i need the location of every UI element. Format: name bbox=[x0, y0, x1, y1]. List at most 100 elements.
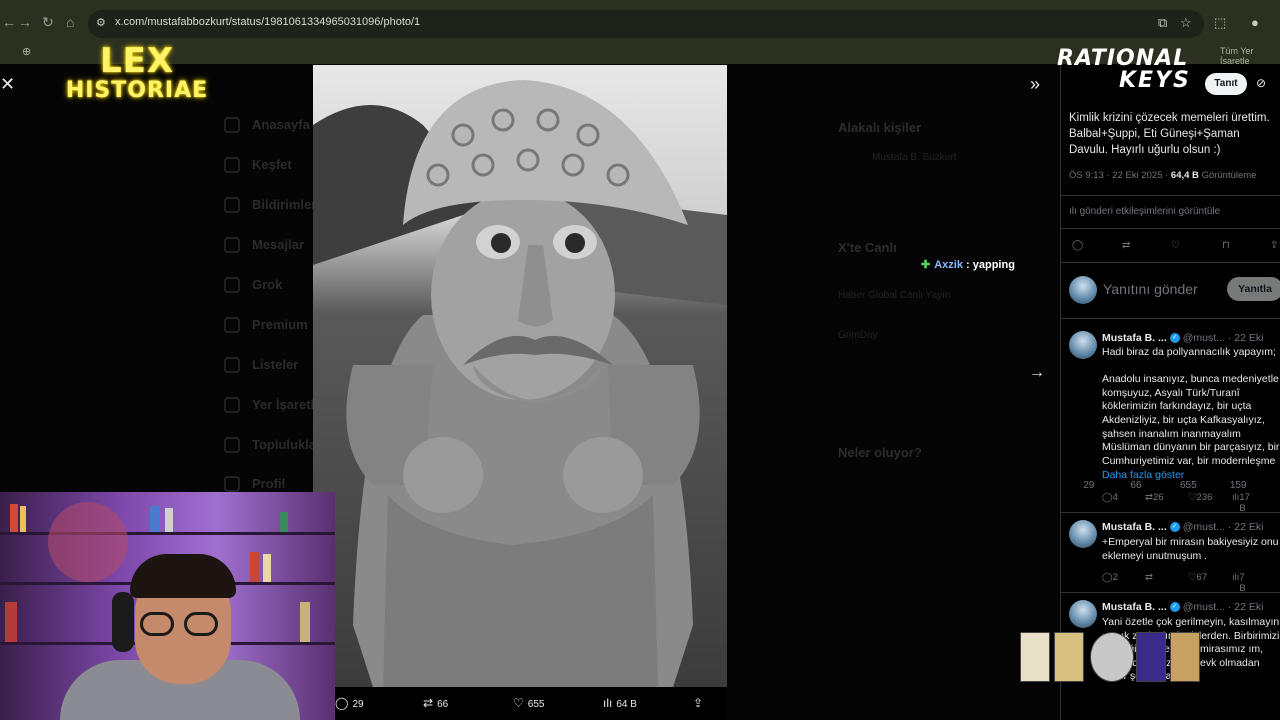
photo-reply-button[interactable]: ◯ 29 bbox=[335, 696, 364, 710]
book-cover bbox=[1170, 632, 1200, 682]
nav-item-home: Anasayfa bbox=[252, 117, 310, 132]
engagements-label: gönderi etkileşimlerini görüntüle bbox=[1079, 206, 1221, 217]
close-icon[interactable]: ✕ bbox=[0, 74, 15, 95]
reply-like-button[interactable]: ♡ 67 bbox=[1188, 572, 1207, 583]
divider bbox=[1060, 512, 1280, 513]
premium-nav-icon bbox=[224, 317, 240, 333]
reply-reply-button[interactable]: ◯ 2 bbox=[1102, 572, 1118, 583]
tweet-reply-button[interactable]: ◯ 29 bbox=[1072, 240, 1094, 491]
reply-views-button[interactable]: ılı 17 B bbox=[1232, 492, 1250, 514]
reply-reply-button[interactable]: ◯ 4 bbox=[1102, 492, 1118, 503]
reply-button[interactable]: Yanıtla bbox=[1227, 277, 1280, 301]
reply-author-name[interactable]: Mustafa B. ... bbox=[1102, 601, 1167, 613]
notifications-nav-icon bbox=[224, 197, 240, 213]
nav-item-notifications: Bildirimler bbox=[252, 197, 317, 212]
nav-item-premium: Premium bbox=[252, 317, 308, 332]
avatar[interactable] bbox=[1069, 331, 1097, 359]
explore-nav-icon bbox=[224, 157, 240, 173]
next-photo-icon[interactable]: → bbox=[1029, 364, 1045, 382]
messages-nav-icon bbox=[224, 237, 240, 253]
book-cover bbox=[1054, 632, 1084, 682]
reply-views-button[interactable]: ılı 7 B bbox=[1232, 572, 1246, 594]
tweet-photo[interactable] bbox=[313, 65, 727, 687]
url-text[interactable]: x.com/mustafabbozkurt/status/19810613349… bbox=[115, 16, 420, 28]
views-icon: ılı bbox=[603, 696, 613, 710]
reply-input[interactable]: Yanıtını gönder bbox=[1103, 281, 1198, 297]
reply-author-name[interactable]: Mustafa B. ... bbox=[1102, 521, 1167, 533]
collapse-panel-icon[interactable]: » bbox=[1030, 74, 1040, 95]
extensions-icon[interactable]: ⬚ bbox=[1214, 15, 1226, 31]
communities-nav-icon bbox=[224, 437, 240, 453]
reply-repost-button[interactable]: ⇄ bbox=[1145, 572, 1153, 583]
home-icon[interactable]: ⌂ bbox=[66, 14, 74, 30]
reply-date[interactable]: · 22 Eki bbox=[1228, 521, 1264, 533]
avatar[interactable] bbox=[1069, 520, 1097, 548]
grok-icon[interactable]: ⊘ bbox=[1256, 76, 1266, 90]
reply-handle[interactable]: @must... bbox=[1183, 601, 1225, 613]
stream-chat-message: ✚ Axzik : yapping bbox=[921, 258, 1015, 271]
back-icon[interactable]: ← bbox=[2, 14, 16, 30]
bookmark-star-icon[interactable]: ☆ bbox=[1180, 15, 1192, 31]
cast-icon[interactable]: ⧉ bbox=[1158, 15, 1167, 31]
tweet-like-button[interactable]: ♡ 655 bbox=[1171, 240, 1197, 491]
webcam-feed bbox=[0, 492, 335, 720]
divider bbox=[1060, 318, 1280, 319]
share-icon: ⇪ bbox=[693, 696, 704, 710]
photo-share-button[interactable]: ⇪ bbox=[693, 696, 707, 710]
reply-text: +Emperyal bir mirasın bakiyesiyiz onu ek… bbox=[1102, 536, 1279, 562]
show-more-link[interactable]: Daha fazla göster bbox=[1102, 469, 1280, 483]
view-engagements-link[interactable]: ılı gönderi etkileşimlerini görüntüle bbox=[1069, 206, 1220, 217]
site-settings-icon[interactable]: ⚙ bbox=[96, 16, 106, 29]
book-cover bbox=[1020, 632, 1050, 682]
nav-item-lists: Listeler bbox=[252, 357, 299, 372]
reply-handle[interactable]: @must... bbox=[1183, 521, 1225, 533]
forward-icon[interactable]: → bbox=[18, 14, 32, 30]
divider bbox=[1060, 228, 1280, 229]
all-bookmarks-label[interactable]: Tüm Yer İşaretle bbox=[1220, 46, 1280, 66]
reply-count: 4 bbox=[1112, 492, 1118, 503]
reply-handle[interactable]: @must... bbox=[1183, 332, 1225, 344]
tweet-views-label: Görüntüleme bbox=[1201, 170, 1257, 181]
live-item: Haber Global Canlı Yayın bbox=[838, 290, 951, 301]
channel-logo-line-1: RATIONAL bbox=[1057, 46, 1189, 71]
chat-text: : yapping bbox=[966, 259, 1015, 271]
tweet-bookmark-button[interactable]: ⊓ 159 bbox=[1222, 240, 1247, 491]
chat-username: Axzik bbox=[934, 259, 963, 271]
follow-button[interactable]: Tanıt bbox=[1205, 73, 1247, 95]
photo-like-button[interactable]: ♡ 655 bbox=[513, 696, 544, 710]
avatar[interactable] bbox=[1069, 276, 1097, 304]
photo-views-button[interactable]: ılı 64 B bbox=[603, 696, 637, 710]
reply-repost-button[interactable]: ⇄ 26 bbox=[1145, 492, 1164, 503]
nav-item-communities: Topluluklar bbox=[252, 437, 322, 452]
reply-icon: ◯ bbox=[335, 696, 349, 710]
reply-date[interactable]: · 22 Eki bbox=[1228, 332, 1264, 344]
repost-icon: ⇄ bbox=[423, 696, 434, 710]
book-covers-overlay bbox=[1020, 632, 1202, 684]
tweet-timestamp[interactable]: ÖS 9:13 · 22 Eki 2025 · bbox=[1069, 170, 1168, 181]
divider bbox=[1060, 262, 1280, 263]
tweet-repost-button[interactable]: ⇄ 66 bbox=[1122, 240, 1142, 491]
reply-count: 29 bbox=[1083, 480, 1095, 491]
reload-icon[interactable]: ↻ bbox=[42, 14, 54, 31]
avatar[interactable] bbox=[1069, 600, 1097, 628]
nav-item-grok: Grok bbox=[252, 277, 283, 292]
nav-item-profile: Profil bbox=[252, 476, 286, 491]
reply-like-button[interactable]: ♡ 236 bbox=[1188, 492, 1212, 503]
profile-icon[interactable]: ● bbox=[1251, 15, 1259, 30]
glasses-icon bbox=[184, 612, 218, 636]
photo-repost-button[interactable]: ⇄ 66 bbox=[423, 696, 448, 710]
like-count: 236 bbox=[1196, 492, 1213, 503]
verified-badge-icon: ✓ bbox=[1169, 522, 1180, 533]
chat-badge-icon: ✚ bbox=[921, 259, 931, 271]
home-nav-icon bbox=[224, 117, 240, 133]
reply-count: 2 bbox=[1112, 572, 1118, 583]
related-people-title: Alakalı kişiler bbox=[838, 120, 922, 135]
divider bbox=[1060, 195, 1280, 196]
reply-date[interactable]: · 22 Eki bbox=[1228, 601, 1264, 613]
reply-author-name[interactable]: Mustafa B. ... bbox=[1102, 332, 1167, 344]
heart-icon: ♡ bbox=[513, 696, 524, 710]
tweet-share-icon[interactable]: ⇪ bbox=[1270, 240, 1278, 251]
book-cover bbox=[1136, 632, 1166, 682]
apps-icon[interactable]: ⊕ bbox=[22, 45, 31, 58]
person-hair bbox=[130, 554, 236, 598]
